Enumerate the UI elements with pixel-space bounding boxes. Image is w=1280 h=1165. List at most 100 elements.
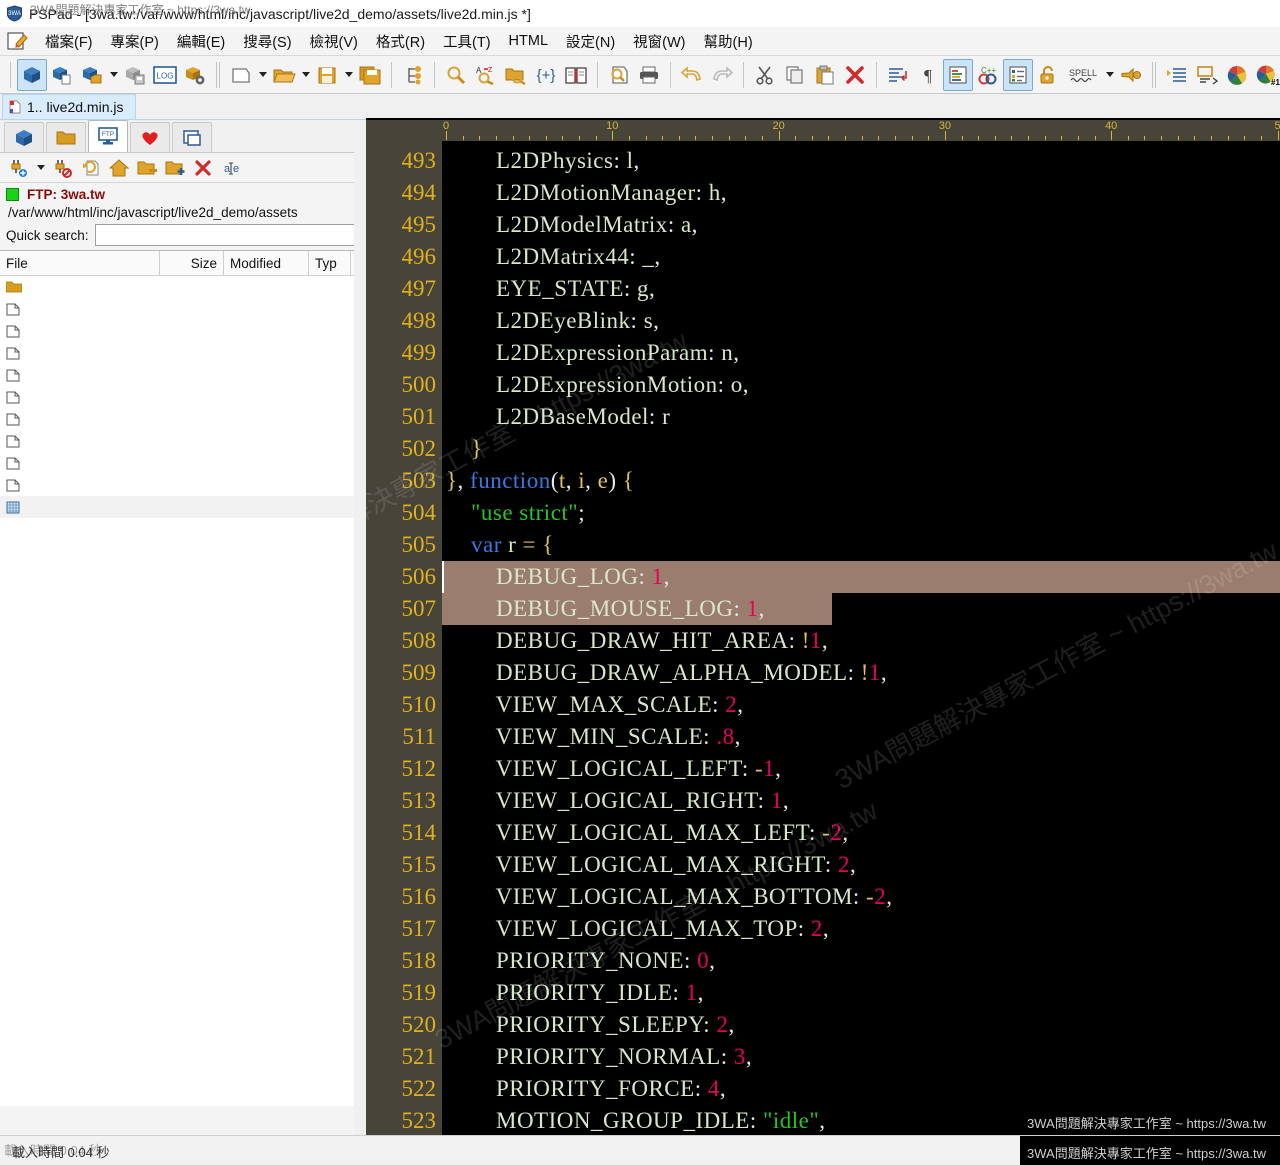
plug-connect-icon[interactable] xyxy=(6,156,32,180)
menu-format[interactable]: 格式(R) xyxy=(367,27,434,56)
delete-icon[interactable] xyxy=(840,59,870,91)
code-line[interactable]: var r = { xyxy=(446,529,554,561)
project-new-icon[interactable] xyxy=(47,59,77,91)
file-list-row[interactable] xyxy=(0,496,365,518)
panel-vertical-scrollbar[interactable] xyxy=(354,120,366,1135)
print-icon[interactable] xyxy=(634,59,664,91)
code-explorer-icon[interactable] xyxy=(1003,58,1033,91)
code-line[interactable]: PRIORITY_SLEEPY: 2, xyxy=(446,1009,735,1041)
ftp-file-list[interactable]: File Size Modified Typ xyxy=(0,250,365,1106)
code-line[interactable]: VIEW_LOGICAL_MAX_BOTTOM: -2, xyxy=(446,881,892,913)
file-list-row[interactable] xyxy=(0,298,365,320)
plug-disconnect-icon[interactable] xyxy=(50,156,76,180)
project-settings-icon[interactable] xyxy=(180,59,210,91)
folder-edit-icon[interactable] xyxy=(134,156,160,180)
code-line[interactable]: DEBUG_MOUSE_LOG: 1, xyxy=(446,593,765,625)
open-file-dropdown-icon[interactable] xyxy=(299,59,312,91)
tab-ftp[interactable]: FTP xyxy=(88,120,128,152)
file-list-row[interactable] xyxy=(0,386,365,408)
bookmark-tree-icon[interactable] xyxy=(398,59,428,91)
new-file-dropdown-icon[interactable] xyxy=(256,59,269,91)
code-line[interactable]: PRIORITY_FORCE: 4, xyxy=(446,1073,726,1105)
document-tab-live2d[interactable]: 1.. live2d.min.js xyxy=(2,94,137,119)
spell-check-icon[interactable]: SPELL xyxy=(1063,59,1103,91)
syntax-highlight-icon[interactable] xyxy=(943,58,973,91)
delete-x-icon[interactable] xyxy=(190,156,216,180)
find-braces-icon[interactable]: {+} xyxy=(531,59,561,91)
code-line[interactable]: L2DExpressionParam: n, xyxy=(446,337,740,369)
menu-file[interactable]: 檔案(F) xyxy=(36,27,102,56)
code-line[interactable]: PRIORITY_IDLE: 1, xyxy=(446,977,704,1009)
file-list-row[interactable] xyxy=(0,320,365,342)
cpp-icon[interactable]: C++ xyxy=(973,59,1003,91)
rename-icon[interactable]: ae xyxy=(218,156,244,180)
new-file-icon[interactable] xyxy=(226,59,256,91)
file-list-row[interactable] xyxy=(0,474,365,496)
find-icon[interactable] xyxy=(441,59,471,91)
paste-icon[interactable] xyxy=(810,59,840,91)
menu-view[interactable]: 檢視(V) xyxy=(301,27,367,56)
refresh-icon[interactable] xyxy=(78,156,104,180)
code-line[interactable]: L2DMatrix44: _, xyxy=(446,241,661,273)
code-line[interactable]: VIEW_LOGICAL_RIGHT: 1, xyxy=(446,785,789,817)
project-add-file-icon[interactable] xyxy=(77,59,107,91)
code-line[interactable]: VIEW_LOGICAL_MAX_RIGHT: 2, xyxy=(446,849,856,881)
code-line[interactable]: VIEW_LOGICAL_LEFT: -1, xyxy=(446,753,781,785)
compress-icon[interactable] xyxy=(1192,59,1222,91)
code-line[interactable]: DEBUG_DRAW_HIT_AREA: !1, xyxy=(446,625,828,657)
file-list-row[interactable] xyxy=(0,408,365,430)
replace-icon[interactable]: AZ xyxy=(471,59,501,91)
file-list-row[interactable] xyxy=(0,364,365,386)
project-open-icon[interactable] xyxy=(17,58,47,91)
file-list-row[interactable] xyxy=(0,430,365,452)
code-line[interactable]: L2DMotionManager: h, xyxy=(446,177,727,209)
quick-search-input[interactable] xyxy=(94,224,359,246)
tab-favorites[interactable] xyxy=(130,122,170,152)
code-line[interactable]: VIEW_LOGICAL_MAX_LEFT: -2, xyxy=(446,817,849,849)
file-list-row[interactable] xyxy=(0,276,365,298)
save-file-dropdown-icon[interactable] xyxy=(342,59,355,91)
folder-add-icon[interactable] xyxy=(162,156,188,180)
copy-icon[interactable] xyxy=(780,59,810,91)
code-line[interactable]: L2DPhysics: l, xyxy=(446,145,640,177)
unlock-icon[interactable] xyxy=(1033,59,1063,91)
color-hash-icon[interactable]: #10 xyxy=(1252,59,1280,91)
menu-html[interactable]: HTML xyxy=(500,29,557,53)
column-header-type[interactable]: Typ xyxy=(309,250,351,276)
spell-dropdown-icon[interactable] xyxy=(1103,59,1116,91)
log-icon[interactable]: LOG xyxy=(150,59,180,91)
tab-windows[interactable] xyxy=(172,122,212,152)
code-line[interactable]: L2DExpressionMotion: o, xyxy=(446,369,749,401)
tab-project[interactable] xyxy=(4,122,44,152)
menu-search[interactable]: 搜尋(S) xyxy=(234,27,300,56)
column-header-file[interactable]: File xyxy=(0,250,160,276)
code-line[interactable]: PRIORITY_NONE: 0, xyxy=(446,945,715,977)
code-line[interactable]: "use strict"; xyxy=(446,497,585,529)
home-icon[interactable] xyxy=(106,156,132,180)
code-line[interactable]: PRIORITY_NORMAL: 3, xyxy=(446,1041,752,1073)
ftp-connect-dropdown-icon[interactable] xyxy=(34,156,48,180)
dictionary-icon[interactable] xyxy=(561,59,591,91)
color-palette-icon[interactable] xyxy=(1222,59,1252,91)
indent-icon[interactable] xyxy=(1162,59,1192,91)
redo-icon[interactable] xyxy=(707,59,737,91)
code-lines[interactable]: L2DPhysics: l, L2DMotionManager: h, L2DM… xyxy=(442,141,1280,1135)
project-dropdown-icon[interactable] xyxy=(107,59,120,91)
pin-icon[interactable] xyxy=(1116,59,1146,91)
print-preview-icon[interactable] xyxy=(604,59,634,91)
code-line[interactable]: VIEW_MAX_SCALE: 2, xyxy=(446,689,744,721)
menu-tools[interactable]: 工具(T) xyxy=(434,27,500,56)
code-line[interactable]: DEBUG_DRAW_ALPHA_MODEL: !1, xyxy=(446,657,887,689)
code-line[interactable]: } xyxy=(446,433,483,465)
pilcrow-icon[interactable]: ¶ xyxy=(913,59,943,91)
project-save-icon[interactable] xyxy=(120,59,150,91)
cut-icon[interactable] xyxy=(750,59,780,91)
save-all-icon[interactable] xyxy=(355,59,385,91)
code-line[interactable]: }, function(t, i, e) { xyxy=(446,465,634,497)
open-file-icon[interactable] xyxy=(269,59,299,91)
code-line[interactable]: L2DEyeBlink: s, xyxy=(446,305,659,337)
menu-edit[interactable]: 編輯(E) xyxy=(168,27,234,56)
code-line[interactable]: L2DBaseModel: r xyxy=(446,401,670,433)
file-list-row[interactable] xyxy=(0,342,365,364)
menu-settings[interactable]: 設定(N) xyxy=(557,27,624,56)
